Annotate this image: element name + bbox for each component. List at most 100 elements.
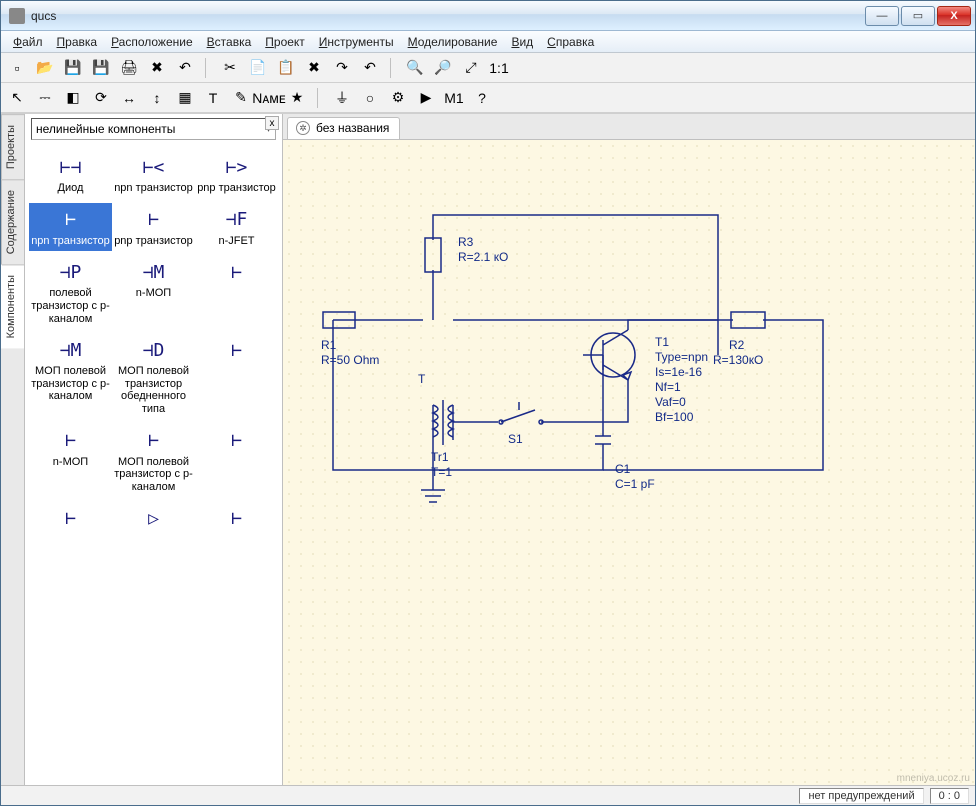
tb2-gear-button[interactable]: ⚙: [386, 86, 410, 110]
category-select[interactable]: нелинейные компоненты ▾: [31, 118, 276, 140]
lbl-r2-name: R2: [729, 338, 744, 352]
window-title: qucs: [31, 9, 865, 23]
schematic-drawing: [283, 140, 975, 560]
component-opamp[interactable]: ▷: [112, 502, 195, 538]
side-tab-content[interactable]: Содержание: [1, 179, 24, 264]
component-npn[interactable]: ⊢<npn транзистор: [112, 150, 195, 199]
tb1-copy-button[interactable]: 📄: [246, 56, 270, 80]
menu-7[interactable]: Вид: [505, 33, 539, 51]
menu-0[interactable]: Файл: [7, 33, 49, 51]
component-pnp2[interactable]: ⊢pnp транзистор: [112, 203, 195, 252]
component-ext2[interactable]: ⊢: [195, 502, 278, 538]
palette-close-icon[interactable]: x: [265, 116, 279, 130]
component-njfet[interactable]: ⊣Fn-JFET: [195, 203, 278, 252]
tb2-on-grid-button[interactable]: ▦: [173, 86, 197, 110]
component-symbol-icon: ⊢⊣: [52, 154, 90, 182]
lbl-t1: T1: [655, 335, 669, 349]
minimize-button[interactable]: —: [865, 6, 899, 26]
component-nmos[interactable]: ⊣Mn-МОП: [112, 255, 195, 329]
maximize-button[interactable]: ▭: [901, 6, 935, 26]
menu-2[interactable]: Расположение: [105, 33, 199, 51]
component-diode[interactable]: ⊢⊣Диод: [29, 150, 112, 199]
doc-tab-active[interactable]: ✲ без названия: [287, 117, 400, 139]
lbl-t1-4: Bf=100: [655, 410, 693, 424]
tb1-delete2-button[interactable]: ✖: [302, 56, 326, 80]
tb2-port-button[interactable]: ○: [358, 86, 382, 110]
tb2-pen-button[interactable]: ✎: [229, 86, 253, 110]
tb2-flip-h-button[interactable]: ↔: [117, 86, 141, 110]
component-symbol-icon: ⊣P: [52, 259, 90, 287]
tb2-move-text-button[interactable]: T: [201, 86, 225, 110]
lbl-r3-val: R=2.1 кО: [458, 250, 508, 264]
tb1-zoom-1-button[interactable]: 1:1: [487, 56, 511, 80]
component-mos-dep[interactable]: ⊣DМОП полевой транзистор обедненного тип…: [112, 333, 195, 420]
menu-8[interactable]: Справка: [541, 33, 600, 51]
toolbar-primary[interactable]: ▫📂💾💾🖨✖↶✂📄📋✖↷↶🔍🔎⤢1:1: [1, 53, 975, 83]
gear-icon: ✲: [296, 121, 310, 135]
component-mos-p2[interactable]: ⊢МОП полевой транзистор с p-каналом: [112, 424, 195, 498]
tb2-wire-button[interactable]: ⎓: [33, 86, 57, 110]
component-label: n-МОП: [136, 287, 171, 300]
toolbar-secondary[interactable]: ↖⎓◧⟳↔↕▦T✎Nᴀᴍᴇ★ ⏚○⚙▶M1?: [1, 83, 975, 113]
tb2-flip-v-button[interactable]: ↕: [145, 86, 169, 110]
tb1-new-button[interactable]: ▫: [5, 56, 29, 80]
tb1-delete-button[interactable]: ✖: [145, 56, 169, 80]
component-symbol-icon: ⊣M: [135, 259, 173, 287]
tb2-label-button[interactable]: ◧: [61, 86, 85, 110]
menu-6[interactable]: Моделирование: [402, 33, 504, 51]
tb1-undo2-button[interactable]: ↶: [358, 56, 382, 80]
titlebar[interactable]: qucs — ▭ X: [1, 1, 975, 31]
tb2-help-button[interactable]: ?: [470, 86, 494, 110]
side-tab-projects[interactable]: Проекты: [1, 114, 24, 179]
tb2-m1-button[interactable]: M1: [442, 86, 466, 110]
component-blank3[interactable]: ⊢: [195, 424, 278, 498]
side-tab-components[interactable]: Компоненты: [1, 264, 24, 348]
document-tabs[interactable]: ✲ без названия: [283, 114, 975, 140]
component-label: Диод: [58, 182, 84, 195]
component-mos-p[interactable]: ⊣MМОП полевой транзистор с p-каналом: [29, 333, 112, 420]
tb1-save-button[interactable]: 💾: [61, 56, 85, 80]
menu-4[interactable]: Проект: [259, 33, 311, 51]
component-pfet[interactable]: ⊣Pполевой транзистор с p-каналом: [29, 255, 112, 329]
tb1-zoom-in-button[interactable]: 🔍: [403, 56, 427, 80]
lbl-t1-2: Nf=1: [655, 380, 681, 394]
menu-3[interactable]: Вставка: [201, 33, 258, 51]
schematic-canvas[interactable]: R3 R=2.1 кО R1 R=50 Ohm R2 R=130кО T Tr1…: [283, 140, 975, 785]
component-symbol-icon: ⊢: [218, 259, 256, 287]
menu-1[interactable]: Правка: [51, 33, 104, 51]
component-label: pnp транзистор: [114, 235, 193, 248]
lbl-r2-val: R=130кО: [713, 353, 763, 367]
component-npn2[interactable]: ⊢npn транзистор: [29, 203, 112, 252]
tb1-zoom-fit-button[interactable]: ⤢: [459, 56, 483, 80]
component-grid[interactable]: ⊢⊣Диод⊢<npn транзистор⊢>pnp транзистор⊢n…: [25, 146, 282, 785]
tb1-saveall-button[interactable]: 💾: [89, 56, 113, 80]
tb1-open-button[interactable]: 📂: [33, 56, 57, 80]
tb2-sim-button[interactable]: ▶: [414, 86, 438, 110]
close-button[interactable]: X: [937, 6, 971, 26]
menubar[interactable]: ФайлПравкаРасположениеВставкаПроектИнстр…: [1, 31, 975, 53]
component-symbol-icon: ⊣F: [218, 207, 256, 235]
lbl-c1-v: C=1 pF: [615, 477, 655, 491]
tb1-zoom-out-button[interactable]: 🔎: [431, 56, 455, 80]
component-pnp[interactable]: ⊢>pnp транзистор: [195, 150, 278, 199]
side-tabs[interactable]: ПроектыСодержаниеКомпоненты: [1, 114, 25, 785]
lbl-r1-val: R=50 Ohm: [321, 353, 379, 367]
tb1-paste-button[interactable]: 📋: [274, 56, 298, 80]
component-nmos2[interactable]: ⊢n-МОП: [29, 424, 112, 498]
tb2-fav-button[interactable]: ★: [285, 86, 309, 110]
component-blank1[interactable]: ⊢: [195, 255, 278, 329]
component-ext1[interactable]: ⊢: [29, 502, 112, 538]
tb2-rotate-button[interactable]: ⟳: [89, 86, 113, 110]
component-blank2[interactable]: ⊢: [195, 333, 278, 420]
tb2-name-button[interactable]: Nᴀᴍᴇ: [257, 86, 281, 110]
tb2-ground-button[interactable]: ⏚: [330, 86, 354, 110]
lbl-r1-name: R1: [321, 338, 336, 352]
tb2-select-button[interactable]: ↖: [5, 86, 29, 110]
statusbar: нет предупреждений 0 : 0: [1, 785, 975, 805]
tb1-redo-button[interactable]: ↷: [330, 56, 354, 80]
menu-5[interactable]: Инструменты: [313, 33, 400, 51]
tb1-print-button[interactable]: 🖨: [117, 56, 141, 80]
tb1-cut-button[interactable]: ✂: [218, 56, 242, 80]
tb1-undo-button[interactable]: ↶: [173, 56, 197, 80]
lbl-tr1-val: T=1: [431, 465, 452, 479]
